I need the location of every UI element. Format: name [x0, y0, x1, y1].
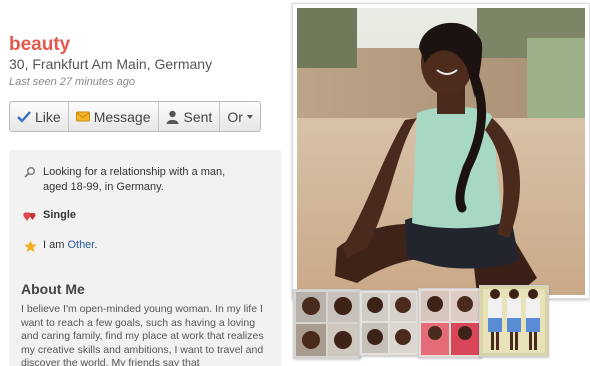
looking-for-text: Looking for a relationship with a man, a… [43, 166, 226, 193]
magnifier-icon [23, 165, 37, 179]
sent-label: Sent [183, 108, 213, 125]
profile-name: beauty [9, 34, 71, 55]
more-label: Or [227, 108, 243, 125]
chevron-down-icon [246, 114, 253, 119]
looking-for-row: Looking for a relationship with a man, a… [23, 165, 243, 195]
profile-details-panel: Looking for a relationship with a man, a… [9, 150, 281, 366]
main-profile-photo[interactable] [297, 8, 585, 295]
person-icon [166, 110, 180, 124]
hearts-icon [23, 209, 37, 223]
last-seen: Last seen 27 minutes ago [9, 76, 135, 88]
about-me-heading: About Me [21, 281, 85, 297]
like-button[interactable]: Like [10, 102, 69, 131]
main-profile-photo-frame[interactable] [292, 3, 590, 299]
check-icon [17, 110, 31, 124]
about-me-text: I believe I'm open-minded young woman. I… [21, 303, 264, 366]
thumbnail-photo-1[interactable] [293, 289, 361, 359]
relationship-status-row: Single [23, 209, 76, 223]
identity-suffix: . [94, 239, 98, 251]
thumbnail-photo-4[interactable] [479, 285, 549, 357]
profile-sidebar: beauty 30, Frankfurt Am Main, Germany La… [0, 0, 290, 366]
action-button-group: Like Message Sent Or [9, 101, 261, 132]
profile-location: 30, Frankfurt Am Main, Germany [9, 56, 213, 72]
thumbnail-photo-2[interactable] [359, 290, 419, 356]
identity-prefix: I am [43, 239, 68, 251]
identity-link[interactable]: Other [67, 239, 94, 251]
more-dropdown-button[interactable]: Or [220, 102, 260, 131]
identity-row: I am Other. [23, 239, 97, 253]
message-button[interactable]: Message [69, 102, 159, 131]
message-label: Message [93, 108, 151, 125]
thumbnail-photo-3[interactable] [418, 288, 482, 358]
sent-button[interactable]: Sent [159, 102, 221, 131]
relationship-status: Single [43, 209, 77, 221]
envelope-icon [75, 110, 90, 124]
like-label: Like [35, 108, 61, 125]
star-icon [23, 239, 37, 253]
